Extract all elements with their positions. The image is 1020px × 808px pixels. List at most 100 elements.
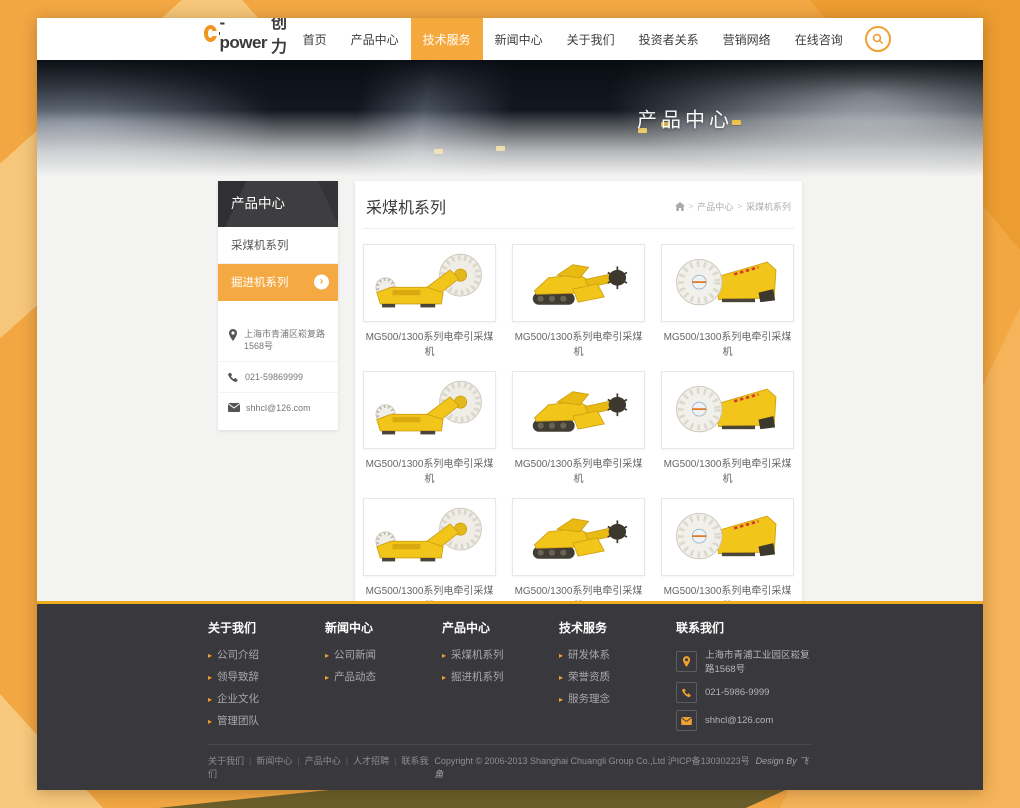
footer-col-products: 产品中心 ▸采煤机系列 ▸掘进机系列: [442, 619, 559, 738]
shearer-machine-image: [373, 249, 487, 317]
location-pin-icon: [228, 329, 238, 341]
footer-link[interactable]: ▸企业文化: [208, 691, 325, 706]
footer-col-title: 技术服务: [559, 619, 676, 636]
sidebar-item-label: 掘进机系列: [231, 277, 289, 289]
bullet-arrow-icon: ▸: [208, 717, 212, 726]
brand-logo[interactable]: -power 创力 股票代码 / 603012: [204, 18, 291, 60]
disc-machine-image: [671, 503, 785, 571]
footer-col-news: 新闻中心 ▸公司新闻 ▸产品动态: [325, 619, 442, 738]
product-card[interactable]: MG500/1300系列电牵引采煤机: [363, 244, 496, 358]
breadcrumb-products[interactable]: 产品中心: [697, 200, 733, 213]
footer-address: 上海市青浦工业园区崧复路1568号: [676, 647, 812, 675]
footer-phone: 021-5986-9999: [676, 682, 812, 703]
nav-item-news[interactable]: 新闻中心: [483, 18, 555, 60]
footer-link[interactable]: ▸公司新闻: [325, 647, 442, 662]
product-caption: MG500/1300系列电牵引采煤机: [661, 582, 794, 601]
footer-link[interactable]: ▸领导致辞: [208, 669, 325, 684]
footer-email-text: shhcl@126.com: [705, 715, 773, 726]
site-header: -power 创力 股票代码 / 603012 首页 产品中心 技术服务 新闻中…: [37, 18, 983, 60]
desktop-background: -power 创力 股票代码 / 603012 首页 产品中心 技术服务 新闻中…: [0, 0, 1020, 808]
breadcrumb: > 产品中心 > 采煤机系列: [675, 200, 791, 213]
roadheader-machine-image: [522, 503, 636, 571]
nav-item-marketing[interactable]: 营销网络: [711, 18, 783, 60]
nav-item-about[interactable]: 关于我们: [555, 18, 627, 60]
footer-phone-text: 021-5986-9999: [705, 687, 769, 698]
content-area: 产品中心 采煤机系列 掘进机系列 ›: [37, 180, 983, 601]
page-title: 采煤机系列: [366, 194, 446, 218]
footer-address-text: 上海市青浦工业园区崧复路1568号: [705, 647, 812, 675]
product-panel: 采煤机系列 > 产品中心 > 采煤机系列: [355, 181, 802, 601]
sidebar-item-roadheader-series[interactable]: 掘进机系列 ›: [218, 264, 338, 301]
product-card[interactable]: MG500/1300系列电牵引采煤机: [661, 371, 794, 485]
footer-col-tech: 技术服务 ▸研发体系 ▸荣誉资质 ▸服务理念: [559, 619, 676, 738]
mine-truck-dot: [732, 120, 741, 125]
email-icon: [228, 403, 240, 412]
bullet-arrow-icon: ▸: [442, 651, 446, 660]
footer-col-contact: 联系我们 上海市青浦工业园区崧复路1568号 021-5986-9999: [676, 619, 812, 738]
nav-item-products[interactable]: 产品中心: [339, 18, 411, 60]
footer-bottom-links: 关于我们|新闻中心|产品中心|人才招聘|联系我们: [208, 754, 434, 780]
footer-bottom-link[interactable]: 关于我们: [208, 756, 244, 766]
sidebar-item-label: 采煤机系列: [231, 240, 289, 252]
bullet-arrow-icon: ▸: [208, 673, 212, 682]
footer-link[interactable]: ▸研发体系: [559, 647, 676, 662]
footer-col-title: 联系我们: [676, 619, 812, 636]
footer-bottom-link[interactable]: 产品中心: [305, 756, 341, 766]
site-page: -power 创力 股票代码 / 603012 首页 产品中心 技术服务 新闻中…: [37, 18, 983, 790]
product-card[interactable]: MG500/1300系列电牵引采煤机: [512, 498, 645, 601]
search-icon: [872, 33, 884, 45]
footer-link[interactable]: ▸产品动态: [325, 669, 442, 684]
footer-email: shhcl@126.com: [676, 710, 812, 731]
roadheader-machine-image: [522, 376, 636, 444]
phone-icon: [676, 682, 697, 703]
breadcrumb-separator: >: [689, 202, 694, 211]
brand-name: -power: [219, 18, 267, 53]
product-card[interactable]: MG500/1300系列电牵引采煤机: [661, 244, 794, 358]
bullet-arrow-icon: ▸: [208, 695, 212, 704]
product-caption: MG500/1300系列电牵引采煤机: [512, 328, 645, 358]
footer-link[interactable]: ▸服务理念: [559, 691, 676, 706]
footer-bottom-link[interactable]: 人才招聘: [353, 756, 389, 766]
sidebar-title: 产品中心: [218, 181, 338, 227]
sidebar-email: shhcl@126.com: [218, 393, 338, 423]
product-caption: MG500/1300系列电牵引采煤机: [363, 455, 496, 485]
product-card[interactable]: MG500/1300系列电牵引采煤机: [512, 371, 645, 485]
brand-logo-icon: [204, 25, 217, 42]
bullet-arrow-icon: ▸: [559, 695, 563, 704]
product-card[interactable]: MG500/1300系列电牵引采煤机: [661, 498, 794, 601]
bullet-arrow-icon: ▸: [559, 651, 563, 660]
banner-title: 产品中心: [637, 103, 733, 132]
footer-bottom-bar: 关于我们|新闻中心|产品中心|人才招聘|联系我们 Copyright © 200…: [208, 744, 812, 790]
main-nav: 首页 产品中心 技术服务 新闻中心 关于我们 投资者关系 营销网络 在线咨询: [291, 18, 855, 60]
disc-machine-image: [671, 249, 785, 317]
product-grid: MG500/1300系列电牵引采煤机 MG500/1300系列电牵引采煤机 MG…: [363, 229, 794, 601]
product-card[interactable]: MG500/1300系列电牵引采煤机: [363, 371, 496, 485]
mine-truck-dot: [434, 149, 443, 154]
footer-link[interactable]: ▸荣誉资质: [559, 669, 676, 684]
footer-link[interactable]: ▸公司介绍: [208, 647, 325, 662]
footer-col-about: 关于我们 ▸公司介绍 ▸领导致辞 ▸企业文化 ▸管理团队: [208, 619, 325, 738]
mine-truck-dot: [496, 146, 505, 151]
product-caption: MG500/1300系列电牵引采煤机: [363, 582, 496, 601]
product-card[interactable]: MG500/1300系列电牵引采煤机: [363, 498, 496, 601]
copyright-text: Copyright © 2006-2013 Shanghai Chuangli …: [434, 756, 749, 766]
nav-item-tech-service[interactable]: 技术服务: [411, 18, 483, 60]
footer-link[interactable]: ▸掘进机系列: [442, 669, 559, 684]
home-icon[interactable]: [675, 202, 685, 211]
location-pin-icon: [676, 651, 697, 672]
product-caption: MG500/1300系列电牵引采煤机: [661, 455, 794, 485]
footer-bottom-link[interactable]: 新闻中心: [256, 756, 292, 766]
footer-link[interactable]: ▸管理团队: [208, 713, 325, 728]
roadheader-machine-image: [522, 249, 636, 317]
footer-link[interactable]: ▸采煤机系列: [442, 647, 559, 662]
nav-item-online-consult[interactable]: 在线咨询: [783, 18, 855, 60]
product-caption: MG500/1300系列电牵引采煤机: [512, 455, 645, 485]
search-button[interactable]: [865, 26, 891, 52]
bullet-arrow-icon: ▸: [325, 651, 329, 660]
nav-item-investor[interactable]: 投资者关系: [627, 18, 711, 60]
sidebar-email-text: shhcl@126.com: [246, 402, 311, 414]
sidebar-item-shearer-series[interactable]: 采煤机系列: [218, 227, 338, 264]
product-card[interactable]: MG500/1300系列电牵引采煤机: [512, 244, 645, 358]
nav-item-home[interactable]: 首页: [291, 18, 339, 60]
sidebar-phone-text: 021-59869999: [245, 371, 303, 383]
